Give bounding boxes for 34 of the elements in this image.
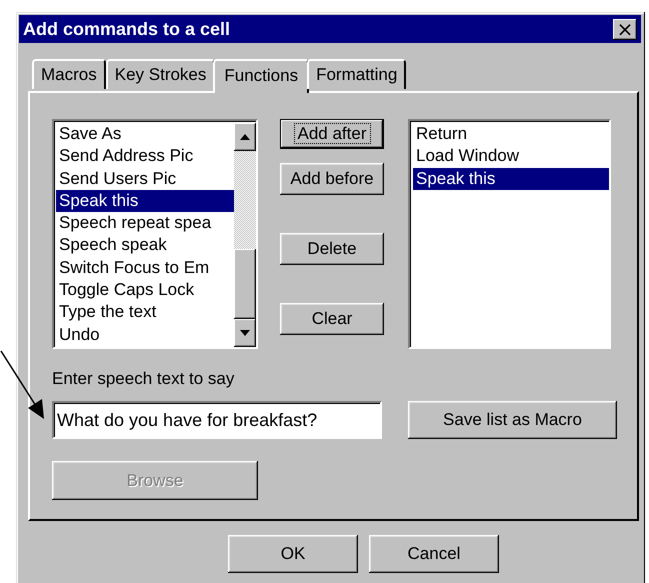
action-button[interactable]: Clear (280, 303, 384, 335)
cancel-button[interactable]: Cancel (369, 535, 499, 573)
save-macro-button[interactable]: Save list as Macro (408, 401, 617, 439)
list-item[interactable]: Switch Focus to Em (56, 256, 234, 280)
list-item[interactable]: Type the text (56, 301, 234, 324)
close-button[interactable]: × (613, 18, 637, 40)
tab[interactable]: Macros (32, 59, 106, 89)
scroll-thumb[interactable] (234, 249, 256, 319)
scroll-down-icon[interactable] (234, 319, 256, 347)
tab[interactable]: Key Strokes (106, 59, 216, 89)
window-title: Add commands to a cell (23, 18, 230, 40)
speech-label: Enter speech text to say (52, 369, 236, 389)
list-item[interactable]: Toggle Caps Lock (56, 279, 234, 302)
list-item[interactable]: Speak this (56, 190, 234, 212)
list-item[interactable]: Save As (56, 123, 234, 146)
list-item[interactable]: Speak this (413, 168, 609, 190)
list-item[interactable]: Return (413, 123, 609, 146)
action-button[interactable]: Delete (280, 233, 384, 265)
tab[interactable]: Functions (213, 59, 310, 93)
action-button[interactable]: Add before (280, 163, 384, 195)
ok-button[interactable]: OK (228, 535, 358, 573)
tab[interactable]: Formatting (307, 59, 406, 89)
scroll-up-icon[interactable] (234, 123, 256, 151)
list-item[interactable]: Undo (56, 324, 234, 346)
scrollbar[interactable] (234, 123, 256, 347)
commands-listbox[interactable]: Return Load Window Speak this (408, 119, 611, 349)
list-item[interactable]: Send Users Pic (56, 168, 234, 190)
list-item[interactable]: Speech repeat spea (56, 212, 234, 234)
action-button[interactable]: Add after (280, 119, 384, 149)
list-item[interactable]: Send Address Pic (56, 145, 234, 168)
list-item[interactable]: Load Window (413, 145, 609, 168)
functions-listbox[interactable]: Save As Send Address Pic Send Users Pic Speak this Speech repeat spea Speech speak Switch Focus to Em Toggle Caps Lock Type the text Undo (52, 119, 258, 349)
list-item[interactable]: Speech speak (56, 234, 234, 257)
speech-input-field[interactable]: What do you have for breakfast? (52, 401, 382, 439)
